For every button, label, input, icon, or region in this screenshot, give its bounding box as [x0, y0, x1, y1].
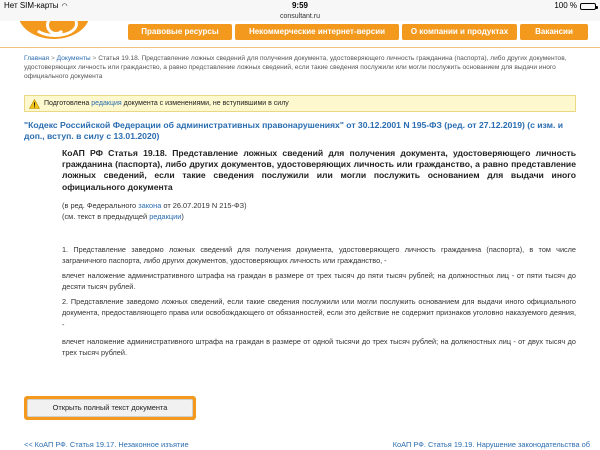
clock: 9:59 — [291, 1, 308, 10]
notice-edition-link[interactable]: редакция — [91, 100, 121, 107]
breadcrumb-current: Статья 19.18. Представление ложных сведе… — [24, 55, 567, 80]
next-article-link[interactable]: КоАП РФ. Статья 19.19. Нарушение законод… — [393, 440, 590, 450]
federal-law-link[interactable]: закона — [138, 201, 161, 210]
breadcrumb-home-link[interactable]: Главная — [24, 55, 49, 62]
notice-text-before: Подготовлена — [44, 100, 90, 107]
breadcrumb: Главная > Документы > Статья 19.18. Пред… — [24, 55, 584, 81]
nav-noncommercial-versions[interactable]: Некоммерческие интернет-версии — [235, 24, 399, 40]
document-title-link[interactable]: "Кодекс Российской Федерации об админист… — [24, 120, 576, 142]
article-heading: КоАП РФ Статья 19.18. Представление ложн… — [62, 148, 576, 192]
article-paragraph-1-penalty: влечет наложение административного штраф… — [62, 271, 576, 292]
nav-about-company[interactable]: О компании и продуктах — [402, 24, 517, 40]
breadcrumb-separator: > — [50, 55, 55, 62]
article-paragraph-2-penalty: влечет наложение административного штраф… — [62, 337, 576, 358]
header-divider — [0, 47, 600, 48]
breadcrumb-separator: > — [92, 55, 97, 62]
battery-indicator: 100 % — [554, 0, 598, 12]
battery-percent: 100 % — [554, 1, 577, 10]
prev-edition-text-before: (см. текст в предыдущей — [62, 212, 148, 221]
edition-text-before: (в ред. Федерального — [62, 201, 137, 210]
prev-article-link[interactable]: << КоАП РФ. Статья 19.17. Незаконное изъ… — [24, 440, 189, 450]
edition-info: (в ред. Федерального закона от 26.07.201… — [62, 200, 576, 222]
battery-icon — [580, 2, 598, 10]
nav-vacancies[interactable]: Вакансии — [520, 24, 588, 40]
notice-text-after: документа с изменениями, не вступившими … — [123, 100, 289, 107]
nav-legal-resources[interactable]: Правовые ресурсы — [128, 24, 232, 40]
edition-text-after: от 26.07.2019 N 215-ФЗ) — [163, 201, 247, 210]
open-full-text-label: Открыть полный текст документа — [27, 399, 193, 417]
status-bar: Нет SIM-карты ◠ 9:59 100 % — [0, 0, 600, 12]
address-bar[interactable]: consultant.ru — [0, 12, 600, 21]
site-header: Правовые ресурсы Некоммерческие интернет… — [0, 21, 600, 51]
top-navigation: Правовые ресурсы Некоммерческие интернет… — [128, 24, 588, 40]
consultant-logo[interactable] — [10, 21, 110, 39]
open-full-text-button[interactable]: Открыть полный текст документа — [24, 396, 196, 420]
warning-icon — [29, 98, 40, 109]
article-paragraph-1: 1. Представление заведомо ложных сведени… — [62, 245, 576, 266]
prev-edition-link[interactable]: редакции — [149, 212, 181, 221]
article-pagination: << КоАП РФ. Статья 19.17. Незаконное изъ… — [0, 440, 600, 450]
edition-notice: Подготовлена редакция документа с измене… — [24, 95, 576, 112]
breadcrumb-documents-link[interactable]: Документы — [57, 55, 91, 62]
article-paragraph-2: 2. Представление заведомо ложных сведени… — [62, 297, 576, 329]
prev-edition-text-after: ) — [181, 212, 184, 221]
